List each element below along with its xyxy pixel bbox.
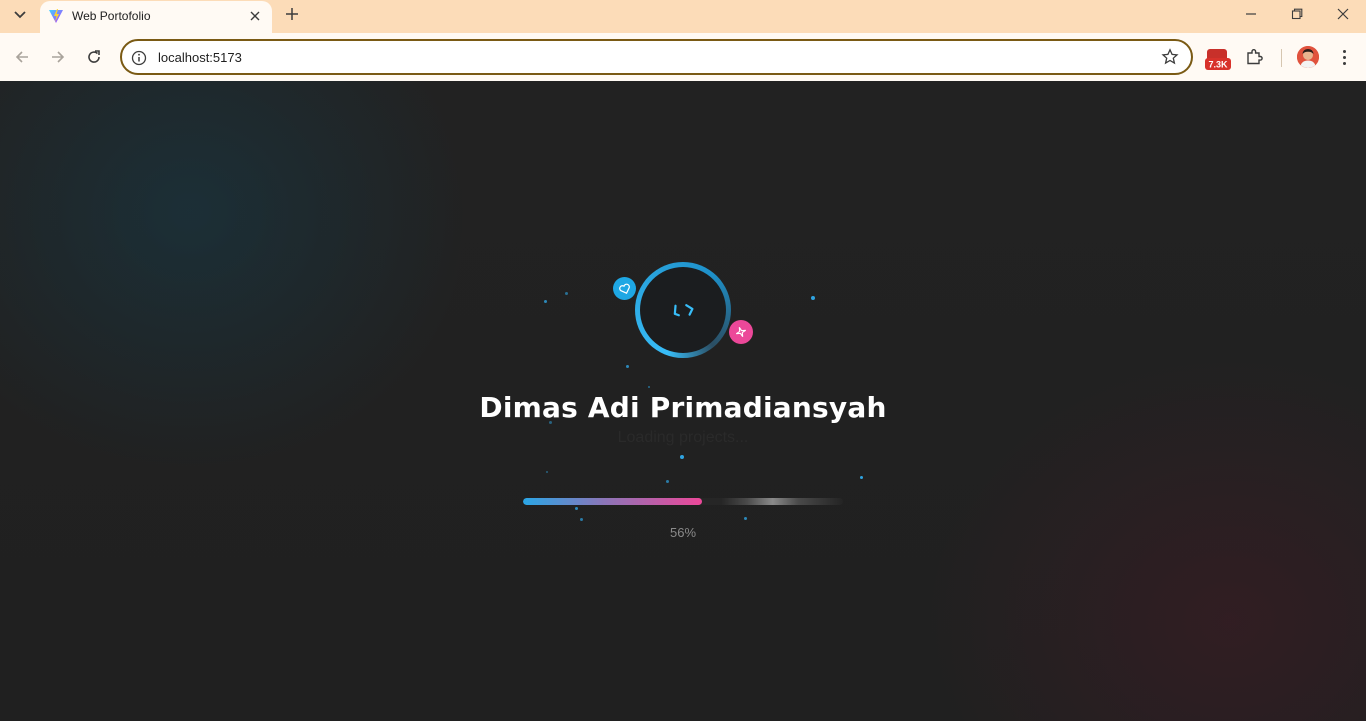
loading-status-text: Loading projects... (617, 429, 749, 446)
particle (575, 507, 578, 510)
browser-toolbar: localhost:5173 7.3K (0, 33, 1366, 81)
url-text[interactable]: localhost:5173 (158, 50, 242, 65)
particle (680, 455, 684, 459)
address-bar[interactable]: localhost:5173 (120, 39, 1193, 75)
progress-fill (523, 498, 703, 505)
reload-button[interactable] (82, 45, 106, 69)
avatar-icon (1297, 46, 1319, 68)
page-viewport: Dimas Adi Primadiansyah Loading projects… (0, 81, 1366, 721)
particle (666, 480, 669, 483)
particle (546, 471, 548, 473)
browser-tab[interactable]: Web Portofolio (40, 1, 272, 33)
minimize-icon (1246, 13, 1256, 15)
tab-title: Web Portofolio (72, 9, 151, 23)
close-tab-icon[interactable] (246, 7, 264, 25)
bookmark-star-icon[interactable] (1161, 48, 1179, 66)
tab-strip: Web Portofolio (0, 0, 1366, 33)
particle (648, 386, 650, 388)
heart-badge (613, 277, 636, 300)
loader-ring (635, 262, 731, 358)
particle (544, 300, 547, 303)
progress-track (523, 498, 843, 505)
particle (744, 517, 747, 520)
extension-badge-text: 7.3K (1208, 60, 1228, 70)
vite-logo-icon (49, 9, 63, 23)
particle (626, 365, 629, 368)
particle (565, 292, 568, 295)
dot-icon (1342, 61, 1346, 65)
dot-icon (1342, 49, 1346, 53)
restore-icon (1291, 8, 1303, 20)
forward-button[interactable] (46, 45, 70, 69)
particle (860, 476, 863, 479)
new-tab-button[interactable] (282, 4, 302, 24)
reload-icon (88, 50, 100, 63)
arrow-left-icon (15, 51, 28, 63)
progress-percentage: 56% (669, 525, 697, 540)
back-button[interactable] (10, 45, 34, 69)
sparkle-badge (729, 320, 753, 344)
close-icon (1337, 8, 1349, 20)
plus-icon (286, 8, 298, 20)
heart-icon (618, 283, 630, 294)
toolbar-divider (1281, 49, 1282, 67)
extensions-puzzle-icon[interactable] (1244, 47, 1264, 67)
particle (580, 518, 583, 521)
browser-menu-button[interactable] (1334, 47, 1354, 67)
arrow-right-icon (52, 51, 65, 63)
dot-icon (1342, 55, 1346, 59)
loader-core (640, 267, 726, 353)
close-window-button[interactable] (1331, 4, 1355, 24)
sparkle-icon (735, 326, 747, 338)
chevron-down-icon (14, 11, 26, 19)
restore-button[interactable] (1285, 4, 1309, 24)
tab-search-button[interactable] (8, 5, 32, 25)
site-info-icon[interactable] (130, 49, 148, 67)
extension-icon[interactable]: 7.3K (1205, 47, 1231, 71)
profile-avatar[interactable] (1297, 46, 1319, 68)
minimize-button[interactable] (1239, 4, 1263, 24)
owner-name-heading: Dimas Adi Primadiansyah (479, 391, 887, 424)
particle (811, 296, 815, 300)
code-icon (673, 304, 694, 317)
